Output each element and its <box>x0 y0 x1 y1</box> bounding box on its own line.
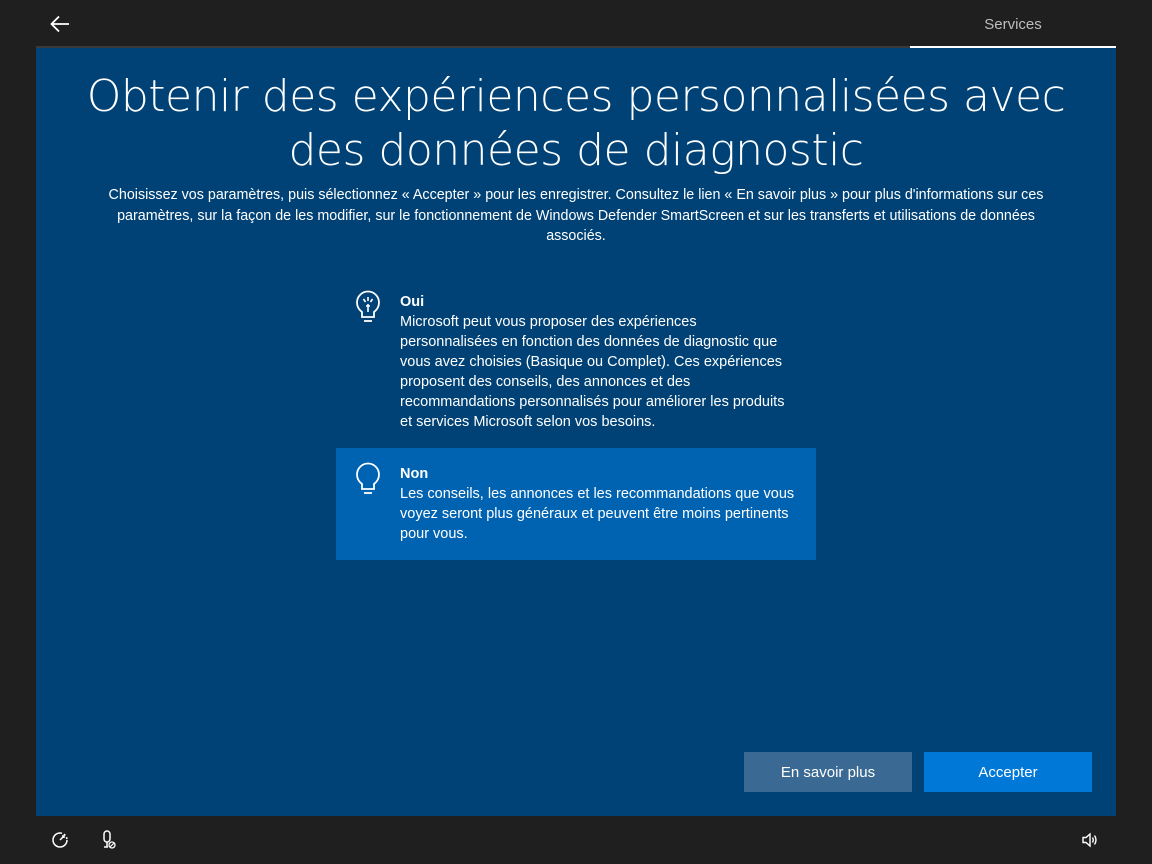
page-title: Obtenir des expériences personnalisées a… <box>86 71 1066 176</box>
microphone-icon <box>103 830 116 849</box>
top-bar: Services <box>0 0 1152 48</box>
volume-button[interactable] <box>1078 828 1102 852</box>
main-panel: Obtenir des expériences personnalisées a… <box>36 48 1116 816</box>
ease-of-access-button[interactable] <box>48 828 72 852</box>
option-yes-title: Oui <box>400 294 425 310</box>
ease-of-access-icon <box>52 832 68 848</box>
volume-icon <box>1082 832 1097 848</box>
arrow-left-icon <box>50 15 69 33</box>
option-no-title: Non <box>400 466 429 482</box>
tab-services[interactable]: Services <box>910 0 1116 48</box>
option-no-description: Les conseils, les annonces et les recomm… <box>400 486 795 542</box>
lightbulb-off-icon <box>356 462 380 494</box>
accept-button[interactable]: Accepter <box>924 752 1092 792</box>
back-button[interactable] <box>44 8 76 40</box>
microphone-button[interactable] <box>96 828 120 852</box>
lightbulb-on-icon <box>356 290 380 322</box>
page-description: Choisissez vos paramètres, puis sélectio… <box>108 187 1044 244</box>
option-yes[interactable]: Oui Microsoft peut vous proposer des exp… <box>336 276 816 448</box>
option-no[interactable]: Non Les conseils, les annonces et les re… <box>336 448 816 560</box>
option-yes-description: Microsoft peut vous proposer des expérie… <box>400 314 785 430</box>
learn-more-button[interactable]: En savoir plus <box>744 752 912 792</box>
